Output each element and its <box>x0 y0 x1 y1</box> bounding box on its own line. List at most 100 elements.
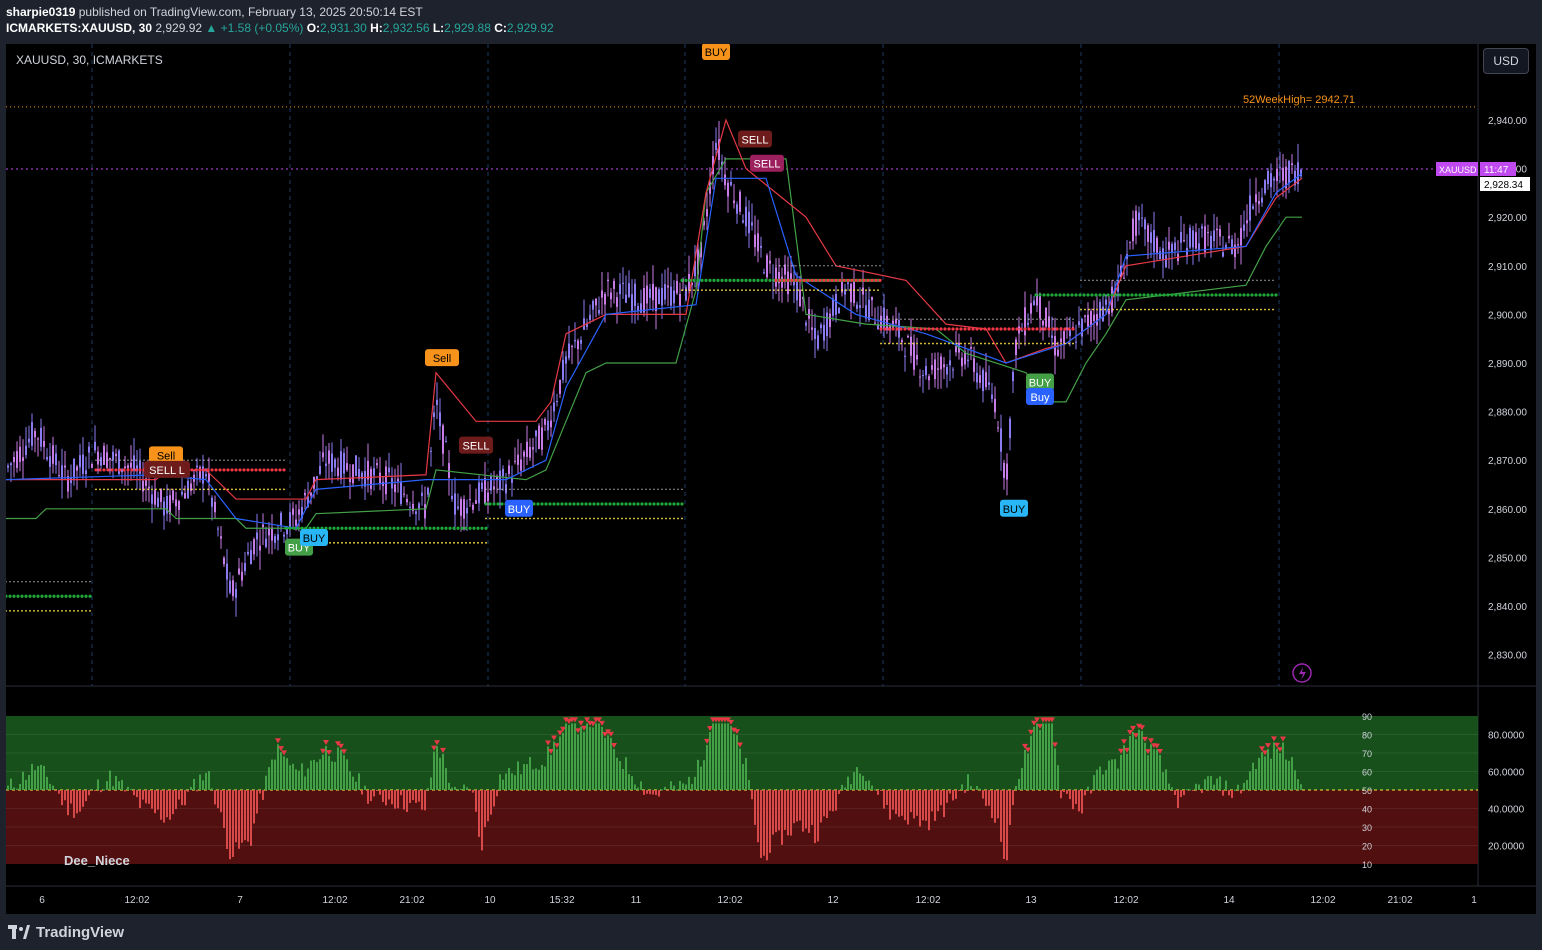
candle-body <box>982 369 984 392</box>
candle-body <box>838 307 840 314</box>
oscillator-bar <box>580 726 582 790</box>
level-dot <box>858 278 862 282</box>
oscillator-bar <box>163 790 165 823</box>
level-dot <box>709 289 711 291</box>
oscillator-bar <box>697 759 699 790</box>
level-dot <box>473 541 475 544</box>
candle-body <box>1159 251 1161 260</box>
level-dot <box>493 517 495 520</box>
level-dot <box>617 488 619 491</box>
level-dot <box>296 526 300 530</box>
level-dot <box>61 581 63 583</box>
candle-body <box>1222 252 1224 257</box>
candle-body <box>232 580 234 597</box>
level-dot <box>752 278 756 282</box>
level-dot <box>988 342 990 345</box>
oscillator-bar <box>148 790 150 804</box>
candle-body <box>1087 314 1089 327</box>
candle-body <box>274 536 276 543</box>
level-dot <box>1230 293 1234 297</box>
level-dot <box>838 278 842 282</box>
level-dot <box>608 502 612 506</box>
candle-body <box>610 292 612 300</box>
level-dot <box>1082 293 1086 297</box>
oscillator-bar <box>832 790 834 812</box>
oscillator-bar <box>61 790 63 806</box>
oscillator-bar <box>1081 790 1083 814</box>
level-dot <box>545 517 547 520</box>
level-dot <box>258 468 262 472</box>
oscillator-axis-label: 60.0000 <box>1488 768 1525 779</box>
oscillator-bar <box>304 776 306 790</box>
level-dot <box>597 517 599 520</box>
level-dot <box>928 342 930 345</box>
oscillator-bar <box>355 781 357 790</box>
candle-body <box>1015 339 1017 356</box>
oscillator-bar <box>901 790 903 816</box>
level-dot <box>85 609 87 612</box>
level-dot <box>1011 327 1015 331</box>
level-dot <box>786 278 790 282</box>
oscillator-bar <box>172 790 174 815</box>
oscillator-bar <box>79 790 81 812</box>
chart-canvas[interactable]: 2,940.002,930.002,920.002,910.002,900.00… <box>6 44 1536 914</box>
author-name[interactable]: sharpie0319 <box>6 5 75 19</box>
level-dot <box>412 526 416 530</box>
level-dot <box>1084 308 1086 311</box>
currency-button[interactable]: USD <box>1483 48 1529 74</box>
candle-body <box>655 287 657 312</box>
oscillator-bar <box>1198 784 1200 790</box>
oscillator-bar <box>175 790 177 810</box>
level-dot <box>1019 327 1023 331</box>
level-dot <box>1096 308 1098 311</box>
oscillator-bar <box>1024 749 1026 790</box>
oscillator-bar <box>760 790 762 858</box>
level-dot <box>1196 308 1198 311</box>
oscillator-bar <box>850 784 852 790</box>
level-dot <box>247 488 249 491</box>
oscillator-bar <box>178 790 180 800</box>
level-dot <box>791 265 793 267</box>
level-dot <box>1106 293 1110 297</box>
candle-body <box>955 346 957 353</box>
level-dot <box>685 289 687 291</box>
candle-body <box>748 211 750 234</box>
level-dot <box>246 468 250 472</box>
oscillator-bar <box>766 790 768 861</box>
oscillator-bar <box>52 785 54 790</box>
candle-body <box>919 376 921 378</box>
candle-body <box>1147 225 1149 242</box>
level-dot <box>1012 318 1014 320</box>
oscillator-bar <box>808 790 810 833</box>
oscillator-bar <box>1249 771 1251 790</box>
candle-body <box>775 267 777 287</box>
level-dot <box>48 594 52 598</box>
candle-body <box>139 460 141 474</box>
oscillator-bar <box>1096 769 1098 790</box>
candle-body <box>259 545 261 551</box>
level-dot <box>77 609 79 612</box>
oscillator-bar <box>565 723 567 790</box>
level-dot <box>842 278 846 282</box>
oscillator-bar <box>49 783 51 790</box>
oscillator-bar <box>196 790 198 792</box>
level-dot <box>329 541 331 544</box>
candle-body <box>325 463 327 466</box>
candle-body <box>940 356 942 370</box>
tradingview-footer[interactable]: TradingView <box>8 922 124 942</box>
level-dot <box>1064 318 1066 320</box>
level-dot <box>271 488 273 491</box>
level-dot <box>900 318 902 320</box>
oscillator-bar <box>1147 755 1149 790</box>
candle-body <box>58 475 60 477</box>
candle-body <box>28 438 30 443</box>
oscillator-bar <box>94 790 96 791</box>
candle-body <box>226 563 228 580</box>
level-dot <box>1244 308 1246 311</box>
level-dot <box>16 594 20 598</box>
candle-body <box>112 451 114 461</box>
oscillator-bar <box>640 781 642 790</box>
level-dot <box>625 517 627 520</box>
level-dot <box>681 488 683 491</box>
candle-body <box>1093 314 1095 321</box>
